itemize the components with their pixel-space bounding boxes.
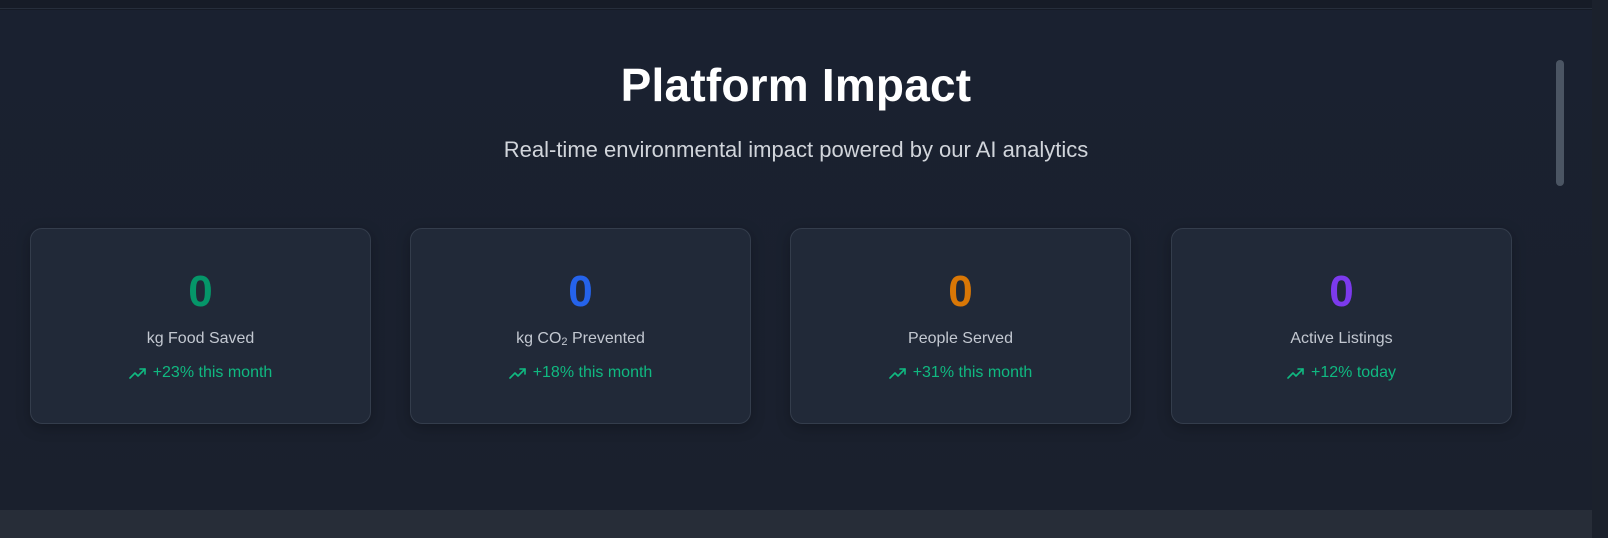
trending-up-icon — [508, 368, 526, 379]
section-title: Platform Impact — [620, 59, 972, 111]
stat-trend-text: +31% this month — [912, 364, 1033, 381]
stat-value: 0 — [1329, 267, 1354, 316]
stat-trend: +31% this month — [791, 364, 1130, 382]
stat-value: 0 — [948, 267, 973, 316]
next-section-edge — [0, 510, 1592, 538]
stat-label-prefix: kg CO — [516, 330, 562, 347]
stat-label: kg Food Saved — [146, 330, 255, 347]
stat-label: Active Listings — [1290, 330, 1393, 347]
platform-impact-section: Platform Impact Real-time environmental … — [0, 10, 1592, 510]
stat-trend: +18% this month — [411, 364, 750, 382]
stat-trend-text: +12% today — [1311, 364, 1396, 381]
stat-label: People Served — [908, 330, 1013, 347]
stat-value: 0 — [568, 267, 593, 316]
trending-up-icon — [1287, 368, 1304, 379]
stat-card-people-served: 0 People Served +31% this month — [790, 228, 1131, 424]
trending-up-icon — [128, 368, 146, 379]
stat-trend-text: +23% this month — [152, 364, 273, 381]
section-subtitle: Real-time environmental impact powered b… — [503, 137, 1089, 162]
previous-section-edge — [0, 0, 1592, 9]
stat-label-suffix: Prevented — [567, 330, 645, 347]
stat-trend-text: +18% this month — [532, 364, 653, 381]
stat-card-co2-prevented: 0 kg CO2 Prevented +18% this month — [410, 228, 751, 424]
page-viewport: Platform Impact Real-time environmental … — [0, 0, 1608, 538]
scrollbar-track[interactable] — [1592, 0, 1608, 538]
stat-label: kg CO2 Prevented — [411, 330, 750, 348]
stat-card-active-listings: 0 Active Listings +12% today — [1171, 228, 1512, 424]
stat-trend: +12% today — [1172, 364, 1511, 382]
stat-value: 0 — [188, 267, 213, 316]
stat-card-food-saved: 0 kg Food Saved +23% this month — [30, 228, 371, 424]
stat-trend: +23% this month — [31, 364, 370, 382]
trending-up-icon — [888, 368, 906, 379]
scrollbar-thumb[interactable] — [1556, 60, 1564, 186]
